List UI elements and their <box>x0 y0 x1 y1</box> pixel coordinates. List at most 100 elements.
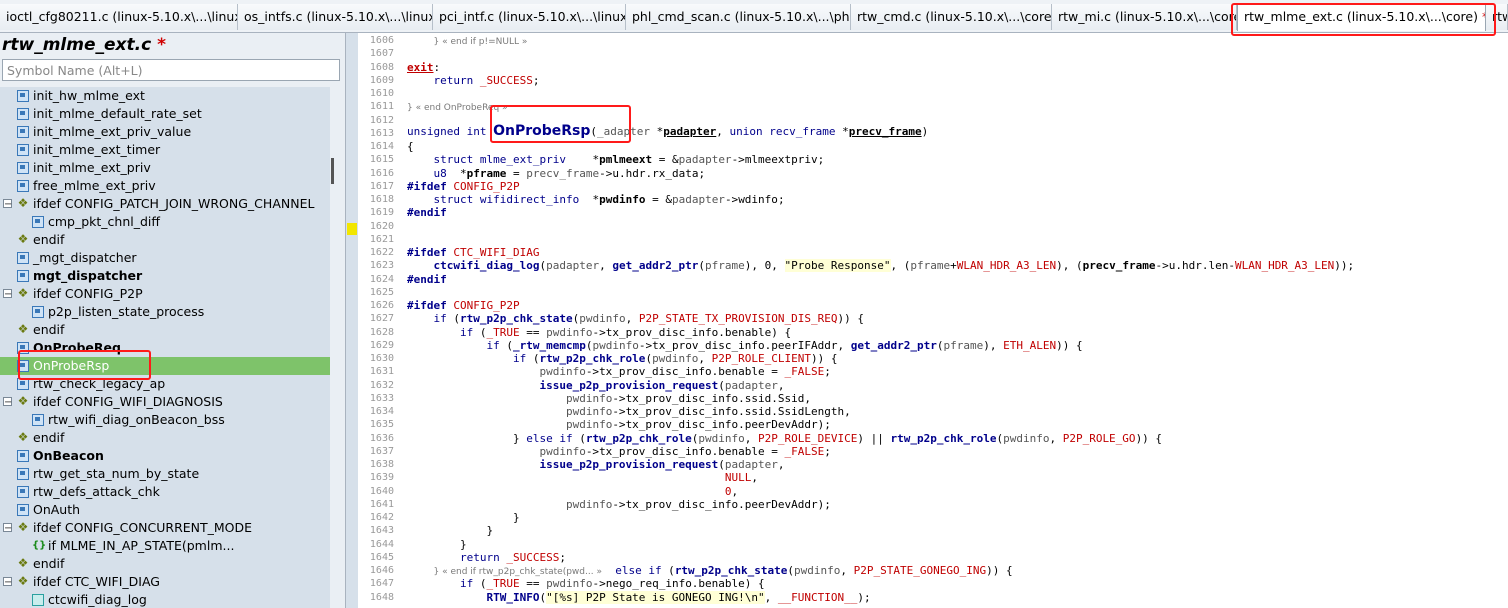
code-line[interactable]: NULL, <box>407 471 758 484</box>
tab-6[interactable]: rtw_mlme_ext.c (linux-5.10.x\...\core) *… <box>1237 3 1486 31</box>
collapse-icon[interactable]: − <box>3 397 12 408</box>
tab-4[interactable]: rtw_cmd.c (linux-5.10.x\...\core) <box>851 4 1052 30</box>
symbol-label: init_hw_mlme_ext <box>33 88 145 103</box>
code-line[interactable]: struct mlme_ext_priv *pmlmeext = &padapt… <box>407 153 825 166</box>
code-line[interactable]: if (_TRUE == pwdinfo->tx_prov_disc_info.… <box>407 326 791 339</box>
symbol-item[interactable]: OnProbeReq <box>0 339 330 357</box>
code-line[interactable]: pwdinfo->tx_prov_disc_info.benable = _FA… <box>407 365 830 378</box>
code-line[interactable]: unsigned int OnProbeRsp(_adapter *padapt… <box>407 124 928 138</box>
symbol-label: rtw_get_sta_num_by_state <box>33 466 200 481</box>
code-line[interactable]: ctcwifi_diag_log(padapter, get_addr2_ptr… <box>407 259 1354 273</box>
code-line[interactable]: #ifdef CONFIG_P2P <box>407 299 520 312</box>
code-line[interactable]: } <box>407 538 467 551</box>
symbol-item[interactable]: p2p_listen_state_process <box>0 303 330 321</box>
symbol-item[interactable]: rtw_check_legacy_ap <box>0 375 330 393</box>
code-line[interactable]: } « end if rtw_p2p_chk_state(pwd... » el… <box>407 564 1013 577</box>
code-line[interactable]: } <box>407 524 493 537</box>
code-line[interactable]: pwdinfo->tx_prov_disc_info.peerDevAddr); <box>407 498 831 511</box>
code-line[interactable]: } « end OnProbeReq » <box>407 100 508 113</box>
tab-3[interactable]: phl_cmd_scan.c (linux-5.10.x\...\phl) <box>626 4 851 30</box>
symbol-item[interactable]: ❖ endif <box>0 555 330 573</box>
tab-2[interactable]: pci_intf.c (linux-5.10.x\...\linux) <box>433 4 626 30</box>
symbol-item[interactable]: init_mlme_ext_timer <box>0 141 330 159</box>
code-line[interactable]: if (_rtw_memcmp(pwdinfo->tx_prov_disc_in… <box>407 339 1082 352</box>
code-line[interactable]: pwdinfo->tx_prov_disc_info.ssid.SsidLeng… <box>407 405 851 418</box>
symbol-list[interactable]: init_hw_mlme_ext init_mlme_default_rate_s… <box>0 87 330 608</box>
code-line[interactable]: 0, <box>407 485 738 498</box>
symbol-item[interactable]: init_mlme_ext_priv_value <box>0 123 330 141</box>
modified-indicator: * <box>157 35 166 55</box>
code-line[interactable]: pwdinfo->tx_prov_disc_info.peerDevAddr); <box>407 418 831 431</box>
symbol-item[interactable]: free_mlme_ext_priv <box>0 177 330 195</box>
symbol-label: if MLME_IN_AP_STATE(pmlm... <box>48 538 235 553</box>
tab-1[interactable]: os_intfs.c (linux-5.10.x\...\linux) <box>238 4 433 30</box>
code-line[interactable]: #endif <box>407 273 447 286</box>
symbol-item[interactable]: init_mlme_ext_priv <box>0 159 330 177</box>
symbol-item[interactable]: rtw_get_sta_num_by_state <box>0 465 330 483</box>
line-number: 1616 <box>369 167 394 179</box>
line-number: 1619 <box>369 207 394 219</box>
code-line[interactable]: #ifdef CTC_WIFI_DIAG <box>407 246 539 259</box>
symbol-item[interactable]: cmp_pkt_chnl_diff <box>0 213 330 231</box>
symbol-label: OnProbeRsp <box>33 358 110 373</box>
code-line[interactable]: if (_TRUE == pwdinfo->nego_req_info.bena… <box>407 577 765 590</box>
symbol-item[interactable]: − ❖ ifdef CONFIG_P2P <box>0 285 330 303</box>
code-editor[interactable]: 1606 } « end if p!=NULL » 1607 1608 exit: 16… <box>346 33 1508 608</box>
code-line[interactable]: { <box>407 140 414 153</box>
code-line[interactable]: return _SUCCESS; <box>407 551 566 564</box>
code-line[interactable]: issue_p2p_provision_request(padapter, <box>407 458 784 471</box>
collapse-icon[interactable]: − <box>3 577 12 588</box>
symbol-item[interactable]: − ❖ ifdef CTC_WIFI_DIAG <box>0 573 330 591</box>
code-line[interactable]: pwdinfo->tx_prov_disc_info.ssid.Ssid, <box>407 392 811 405</box>
code-line[interactable]: #ifdef CONFIG_P2P <box>407 180 520 193</box>
symbol-item[interactable]: − ❖ ifdef CONFIG_WIFI_DIAGNOSIS <box>0 393 330 411</box>
code-line[interactable]: pwdinfo->tx_prov_disc_info.benable = _FA… <box>407 445 830 458</box>
code-line[interactable]: return _SUCCESS; <box>407 74 540 87</box>
collapse-icon[interactable]: − <box>3 199 12 210</box>
function-icon <box>17 162 29 174</box>
symbol-item[interactable]: _mgt_dispatcher <box>0 249 330 267</box>
symbol-item[interactable]: {} if MLME_IN_AP_STATE(pmlm... <box>0 537 330 555</box>
code-line[interactable]: exit: <box>407 61 440 74</box>
symbol-item[interactable]: init_mlme_default_rate_set <box>0 105 330 123</box>
symbol-item[interactable]: OnAuth <box>0 501 330 519</box>
symbol-item[interactable]: mgt_dispatcher <box>0 267 330 285</box>
tab-0[interactable]: ioctl_cfg80211.c (linux-5.10.x\...\linux… <box>0 4 238 30</box>
symbol-item[interactable]: − ❖ ifdef CONFIG_PATCH_JOIN_WRONG_CHANNEL <box>0 195 330 213</box>
code-line[interactable]: u8 *pframe = precv_frame->u.hdr.rx_data; <box>407 167 706 180</box>
code-line[interactable]: } « end if p!=NULL » <box>407 34 528 47</box>
collapse-icon[interactable]: − <box>3 523 12 534</box>
symbol-item[interactable]: ❖ endif <box>0 429 330 447</box>
code-line[interactable]: if (rtw_p2p_chk_state(pwdinfo, P2P_STATE… <box>407 312 865 325</box>
symbol-list-scrollbar[interactable] <box>331 158 334 184</box>
code-line[interactable]: if (rtw_p2p_chk_role(pwdinfo, P2P_ROLE_C… <box>407 352 838 365</box>
symbol-label: endif <box>33 556 65 571</box>
symbol-item[interactable]: − ❖ ifdef CONFIG_CONCURRENT_MODE <box>0 519 330 537</box>
symbol-item[interactable]: ctcwifi_diag_log <box>0 591 330 608</box>
code-line[interactable]: struct wifidirect_info *pwdinfo = &padap… <box>407 193 785 206</box>
symbol-item[interactable]: ❖ endif <box>0 231 330 249</box>
code-line[interactable]: } <box>407 511 520 524</box>
code-line[interactable]: } else if (rtw_p2p_chk_role(pwdinfo, P2P… <box>407 432 1162 445</box>
symbol-item[interactable]: rtw_wifi_diag_onBeacon_bss <box>0 411 330 429</box>
symbol-item[interactable]: ❖ endif <box>0 321 330 339</box>
symbol-item[interactable]: rtw_defs_attack_chk <box>0 483 330 501</box>
code-line[interactable]: RTW_INFO("[%s] P2P State is GONEGO ING!\… <box>407 590 871 604</box>
symbol-label: rtw_check_legacy_ap <box>33 376 166 391</box>
tab-7[interactable]: rtw <box>1486 4 1508 30</box>
line-number: 1606 <box>369 35 394 46</box>
line-number: 1629 <box>369 339 394 351</box>
tab-5[interactable]: rtw_mi.c (linux-5.10.x\...\core) <box>1052 4 1237 30</box>
symbol-item[interactable]: init_hw_mlme_ext <box>0 87 330 105</box>
code-line[interactable]: issue_p2p_provision_request(padapter, <box>407 379 784 392</box>
symbol-item[interactable]: OnBeacon <box>0 447 330 465</box>
symbol-label: ifdef CONFIG_PATCH_JOIN_WRONG_CHANNEL <box>33 196 315 211</box>
line-number: 1634 <box>369 406 394 417</box>
line-number: 1640 <box>369 485 394 497</box>
collapse-icon[interactable]: − <box>3 289 12 300</box>
function-icon <box>17 108 29 120</box>
function-icon <box>17 486 29 498</box>
symbol-item[interactable]: OnProbeRsp <box>0 357 330 375</box>
code-line[interactable]: #endif <box>407 206 447 219</box>
symbol-search-input[interactable] <box>2 59 340 81</box>
